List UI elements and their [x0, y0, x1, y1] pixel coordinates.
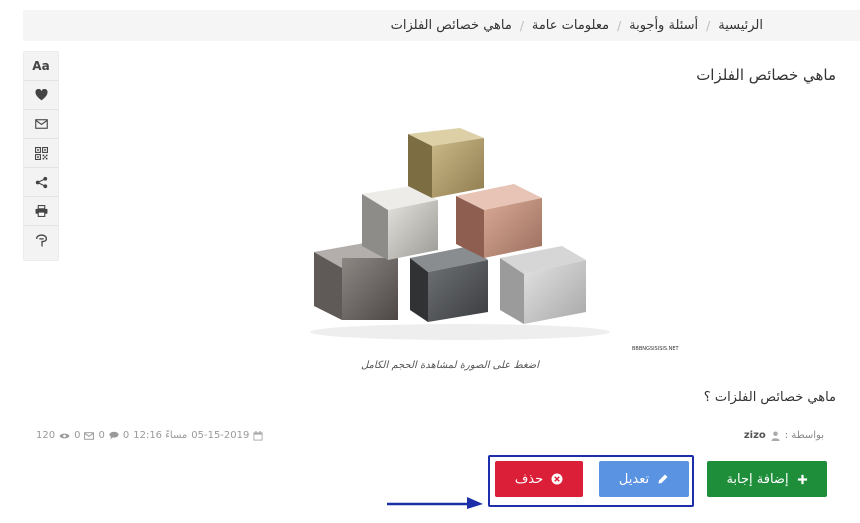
share-button[interactable] — [24, 168, 58, 197]
breadcrumb-separator: / — [519, 18, 524, 33]
qrcode-icon — [34, 146, 48, 160]
breadcrumb-home[interactable]: الرئيسية — [718, 18, 763, 33]
breadcrumb-separator: / — [617, 18, 622, 33]
breadcrumb-qa[interactable]: أسئلة وأجوبة — [629, 18, 698, 33]
font-size-button[interactable]: Aa — [24, 52, 58, 81]
cube-zinc — [410, 246, 488, 322]
edit-label: تعديل — [618, 471, 650, 487]
breadcrumb-separator: / — [706, 18, 711, 33]
plus-icon — [797, 474, 807, 484]
post-image[interactable]: BBBNGSISISIS.NET — [300, 118, 690, 358]
email-button[interactable] — [24, 110, 58, 139]
qrcode-button[interactable] — [24, 139, 58, 168]
answers-count: 0 — [122, 430, 130, 441]
author-label: بواسطة : — [784, 430, 824, 441]
post-time: 12:16 مساءً — [133, 430, 188, 441]
cube-silver — [362, 186, 438, 260]
image-caption: اضغط على الصورة لمشاهدة الحجم الكامل — [360, 360, 540, 371]
extra-count: 120 — [36, 430, 56, 441]
add-answer-button[interactable]: إضافة إجابة — [707, 461, 827, 497]
print-icon — [35, 205, 47, 217]
author-info: بواسطة : zizo — [744, 430, 824, 441]
side-toolbar: Aa — [23, 51, 59, 261]
question-text: ماهي خصائص الفلزات ؟ — [703, 390, 836, 405]
comment-icon — [109, 431, 119, 440]
font-size-icon: Aa — [32, 59, 50, 73]
question-page: الرئيسية / أسئلة وأجوبة / معلومات عامة /… — [0, 0, 860, 523]
edit-button[interactable]: تعديل — [599, 461, 689, 497]
views-count: 0 — [74, 430, 81, 441]
report-button[interactable] — [24, 226, 58, 255]
share-icon — [35, 176, 47, 188]
pencil-icon — [658, 474, 668, 484]
delete-label: حذف — [514, 471, 544, 487]
page-title: ماهي خصائص الفلزات — [696, 66, 836, 84]
eye-icon — [59, 433, 70, 438]
breadcrumb: الرئيسية / أسئلة وأجوبة / معلومات عامة /… — [23, 10, 860, 41]
metal-cubes-image: BBBNGSISISIS.NET — [310, 128, 680, 352]
post-date: 05-15-2019 — [191, 430, 250, 441]
breadcrumb-general-info[interactable]: معلومات عامة — [532, 18, 609, 33]
delete-button[interactable]: حذف — [495, 461, 583, 497]
emails-count: 0 — [98, 430, 105, 441]
cube-copper — [456, 184, 542, 258]
post-meta: 120 0 0 0 12:16 مساءً 05-15-2019 — [36, 430, 263, 441]
arrow-annotation — [387, 497, 483, 509]
flag-icon — [35, 234, 47, 247]
envelope-icon — [34, 119, 48, 129]
times-circle-icon — [551, 473, 563, 485]
add-answer-label: إضافة إجابة — [726, 471, 789, 487]
favorite-button[interactable] — [24, 81, 58, 110]
image-watermark: BBBNGSISISIS.NET — [632, 346, 680, 352]
author-name[interactable]: zizo — [744, 430, 766, 441]
envelope-icon — [84, 431, 95, 440]
print-button[interactable] — [24, 197, 58, 226]
heart-icon — [35, 89, 47, 101]
calendar-icon — [253, 430, 263, 441]
cube-aluminium — [500, 246, 586, 324]
user-icon — [771, 431, 780, 441]
cube-brass — [408, 128, 484, 198]
breadcrumb-current: ماهي خصائص الفلزات — [390, 18, 512, 33]
